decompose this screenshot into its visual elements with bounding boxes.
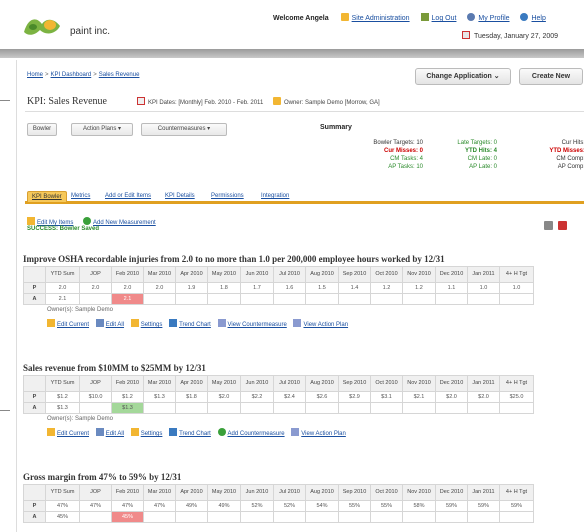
app-header: paint inc. Welcome Angela Site Administr…: [0, 0, 584, 50]
tab-bar: KPI Bowler Metrics Add or Edit Items KPI…: [25, 191, 584, 204]
tab-metrics[interactable]: Metrics: [71, 193, 90, 199]
logout-icon: [420, 13, 429, 21]
countermeasure-link[interactable]: View Countermeasure: [228, 322, 287, 328]
summary-title: Summary: [320, 124, 352, 131]
tab-kpi-bowler[interactable]: KPI Bowler: [27, 191, 67, 202]
pencil-icon: [27, 217, 35, 225]
action-plan-icon: [291, 428, 300, 436]
tab-kpi-details[interactable]: KPI Details: [165, 193, 195, 199]
action-plan-link[interactable]: View Action Plan: [301, 431, 346, 437]
kpi-dates: KPI Dates: [Monthly] Feb. 2010 - Feb. 20…: [148, 100, 264, 106]
calendar-icon: [137, 97, 145, 105]
tab-add-edit-items[interactable]: Add or Edit Items: [105, 193, 151, 199]
help-link[interactable]: Help: [531, 15, 545, 22]
edit-all-icon: [95, 428, 104, 436]
measurement-title: Sales revenue from $10MM to $25MM by 12/…: [23, 363, 206, 373]
breadcrumb-current[interactable]: Sales Revenue: [99, 72, 140, 78]
breadcrumb-home[interactable]: Home: [27, 72, 43, 78]
current-date: Tuesday, January 27, 2009: [462, 31, 558, 40]
plan-row: P 2.0 2.0 2.0 2.0 1.9 1.8 1.7 1.6 1.5 1.4 1.2 1.2 1.1…: [23, 282, 534, 294]
action-plans-dropdown[interactable]: Action Plans ▾: [71, 123, 133, 136]
trend-chart-link[interactable]: Trend Chart: [179, 322, 211, 328]
pencil-icon: [47, 319, 55, 327]
bowler-dropdown[interactable]: Bowler: [27, 123, 57, 136]
logo-text: paint inc.: [70, 26, 111, 37]
tab-integration[interactable]: Integration: [261, 193, 289, 199]
hit-cell[interactable]: $1.3: [111, 402, 144, 414]
add-icon: [217, 428, 226, 436]
logout-link[interactable]: Log Out: [432, 15, 457, 22]
actual-row: A 45% 45%: [23, 511, 534, 523]
add-countermeasure-link[interactable]: Add Countermeasure: [228, 431, 285, 437]
pencil-icon: [47, 428, 55, 436]
success-message: SUCCESS: Bowler Saved: [27, 226, 100, 232]
measurement-table: YTD Sum JOP Feb 2010 Mar 2010 Apr 2010 May 20…: [23, 266, 534, 305]
action-plan-link[interactable]: View Action Plan: [303, 322, 348, 328]
settings-link[interactable]: Settings: [141, 322, 163, 328]
edit-all-icon: [95, 319, 104, 327]
header-divider: [0, 49, 584, 58]
kpi-meta: KPI Dates: [Monthly] Feb. 2010 - Feb. 20…: [137, 97, 380, 106]
chevron-down-icon: ⌄: [493, 73, 500, 80]
actual-row: A 2.1 2.1: [23, 293, 534, 305]
countermeasures-dropdown[interactable]: Countermeasures ▾: [141, 123, 227, 136]
margin-rule: [0, 100, 10, 101]
logo[interactable]: paint inc.: [22, 12, 132, 42]
actual-row: A $1.3 $1.3: [23, 402, 534, 414]
site-admin-link[interactable]: Site Administration: [352, 15, 410, 22]
profile-link[interactable]: My Profile: [478, 15, 509, 22]
logo-mark-icon: [24, 19, 60, 35]
summary-col-2: Late Targets: 0 YTD Hits: 4 CM Late: 0 A…: [457, 140, 497, 170]
chart-icon: [169, 319, 178, 327]
breadcrumb-dashboard[interactable]: KPI Dashboard: [51, 72, 92, 78]
owner-text: Owner(s): Sample Demo: [47, 307, 114, 313]
miss-cell[interactable]: 45%: [111, 511, 144, 523]
settings-link[interactable]: Settings: [141, 431, 163, 437]
welcome-text: Welcome Angela: [273, 15, 329, 22]
pencil-icon: [272, 97, 281, 105]
edit-current-link[interactable]: Edit Current: [57, 431, 89, 437]
add-icon: [83, 217, 92, 225]
measurement-title: Improve OSHA recordable injuries from 2.…: [23, 254, 445, 264]
measurement-links: Edit Current Edit All Settings Trend Cha…: [47, 428, 351, 437]
tab-permissions[interactable]: Permissions: [211, 193, 244, 199]
summary-col-1: Bowler Targets: 10 Cur Misses: 0 CM Task…: [373, 140, 423, 170]
calendar-icon: [462, 31, 470, 39]
edit-all-link[interactable]: Edit All: [106, 431, 124, 437]
settings-icon: [130, 319, 139, 327]
margin-rule: [0, 410, 10, 411]
plan-row: P 47% 47% 47% 47% 49% 49% 52% 52% 54% 55% 55% 58% 59%…: [23, 500, 534, 512]
measurement-table: YTD Sum JOP Feb 2010 Mar 2010 Apr 2010 May 20…: [23, 375, 534, 414]
print-icon[interactable]: [544, 221, 553, 230]
settings-icon: [130, 428, 139, 436]
edit-all-link[interactable]: Edit All: [106, 322, 124, 328]
pdf-icon[interactable]: [558, 221, 567, 230]
profile-icon: [467, 13, 476, 21]
divider: [25, 111, 584, 112]
action-plan-icon: [293, 319, 302, 327]
admin-icon: [340, 13, 349, 21]
owner-text: Owner(s): Sample Demo: [47, 416, 114, 422]
create-new-button[interactable]: Create New: [519, 68, 583, 85]
main-panel: Home > KPI Dashboard > Sales Revenue Change …: [16, 60, 584, 532]
miss-cell[interactable]: 2.1: [111, 293, 144, 305]
breadcrumb: Home > KPI Dashboard > Sales Revenue: [27, 72, 140, 78]
trend-chart-link[interactable]: Trend Chart: [179, 431, 211, 437]
plan-row: P $1.2 $10.0 $1.2 $1.3 $1.8 $2.0 $2.2 $2.4 $2.6 $2…: [23, 391, 534, 403]
bowler-actions: Edit My Items Add New Measurement: [27, 217, 156, 226]
measurement-links: Edit Current Edit All Settings Trend Cha…: [47, 319, 353, 328]
page-title: KPI: Sales Revenue: [27, 96, 107, 107]
kpi-owner: Owner: Sample Demo [Morrow, GA]: [283, 100, 380, 106]
edit-current-link[interactable]: Edit Current: [57, 322, 89, 328]
change-application-button[interactable]: Change Application ⌄: [415, 68, 511, 85]
help-icon: [520, 13, 529, 21]
add-measurement-link[interactable]: Add New Measurement: [93, 220, 156, 226]
measurement-title: Gross margin from 47% to 59% by 12/31: [23, 472, 182, 482]
export-tools: [539, 217, 567, 235]
measurement-table: YTD Sum JOP Feb 2010 Mar 2010 Apr 2010 May 20…: [23, 484, 534, 523]
countermeasure-icon: [217, 319, 226, 327]
chart-icon: [169, 428, 178, 436]
top-nav: Welcome Angela Site Administration Log O…: [273, 13, 555, 22]
summary-col-3: Cur Hits: YTD Misses: CM Comp: AP Comp:: [549, 140, 584, 170]
